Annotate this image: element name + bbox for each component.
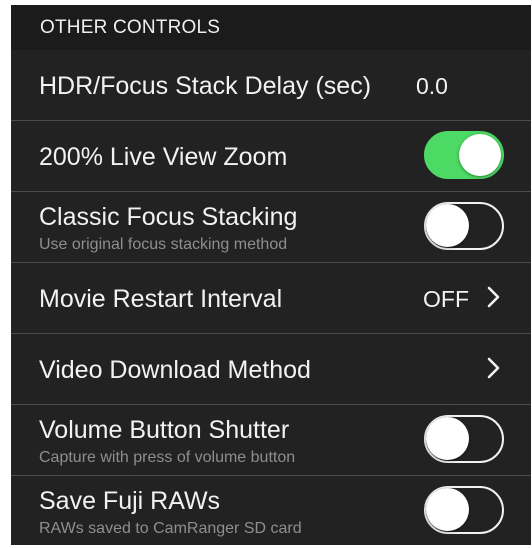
delay-value[interactable]: 0.0 [416, 73, 448, 100]
row-subtitle: RAWs saved to CamRanger SD card [39, 520, 302, 537]
row-title: Classic Focus Stacking [39, 203, 298, 231]
movie-restart-value: OFF [423, 286, 469, 312]
classic-focus-stacking-row: Classic Focus Stacking Use original focu… [11, 191, 531, 262]
hdr-focus-stack-delay-row[interactable]: HDR/Focus Stack Delay (sec) 0.0 [11, 50, 531, 120]
row-subtitle: Capture with press of volume button [39, 449, 296, 466]
settings-panel: OTHER CONTROLS HDR/Focus Stack Delay (se… [11, 5, 531, 545]
save-fuji-raws-row: Save Fuji RAWs RAWs saved to CamRanger S… [11, 475, 531, 545]
row-title: HDR/Focus Stack Delay (sec) [39, 72, 372, 100]
live-view-zoom-row: 200% Live View Zoom [11, 120, 531, 191]
row-subtitle: Use original focus stacking method [39, 236, 288, 253]
section-header: OTHER CONTROLS [11, 5, 531, 50]
classic-focus-stacking-toggle[interactable] [424, 202, 504, 250]
movie-restart-interval-row[interactable]: Movie Restart Interval OFF [11, 262, 531, 333]
row-title: Volume Button Shutter [39, 416, 290, 444]
video-download-method-row[interactable]: Video Download Method [11, 333, 531, 404]
row-title: Video Download Method [39, 356, 311, 384]
row-title: Save Fuji RAWs [39, 487, 221, 515]
toggle-knob [426, 417, 469, 460]
chevron-right-icon [487, 357, 500, 379]
volume-button-shutter-toggle[interactable] [424, 415, 504, 463]
toggle-knob [426, 204, 469, 247]
toggle-knob [459, 134, 501, 176]
volume-button-shutter-row: Volume Button Shutter Capture with press… [11, 404, 531, 475]
live-view-zoom-toggle[interactable] [424, 131, 504, 179]
toggle-knob [426, 488, 469, 531]
save-fuji-raws-toggle[interactable] [424, 486, 504, 534]
chevron-right-icon [487, 286, 500, 308]
row-title: Movie Restart Interval [39, 285, 283, 313]
row-title: 200% Live View Zoom [39, 143, 288, 171]
